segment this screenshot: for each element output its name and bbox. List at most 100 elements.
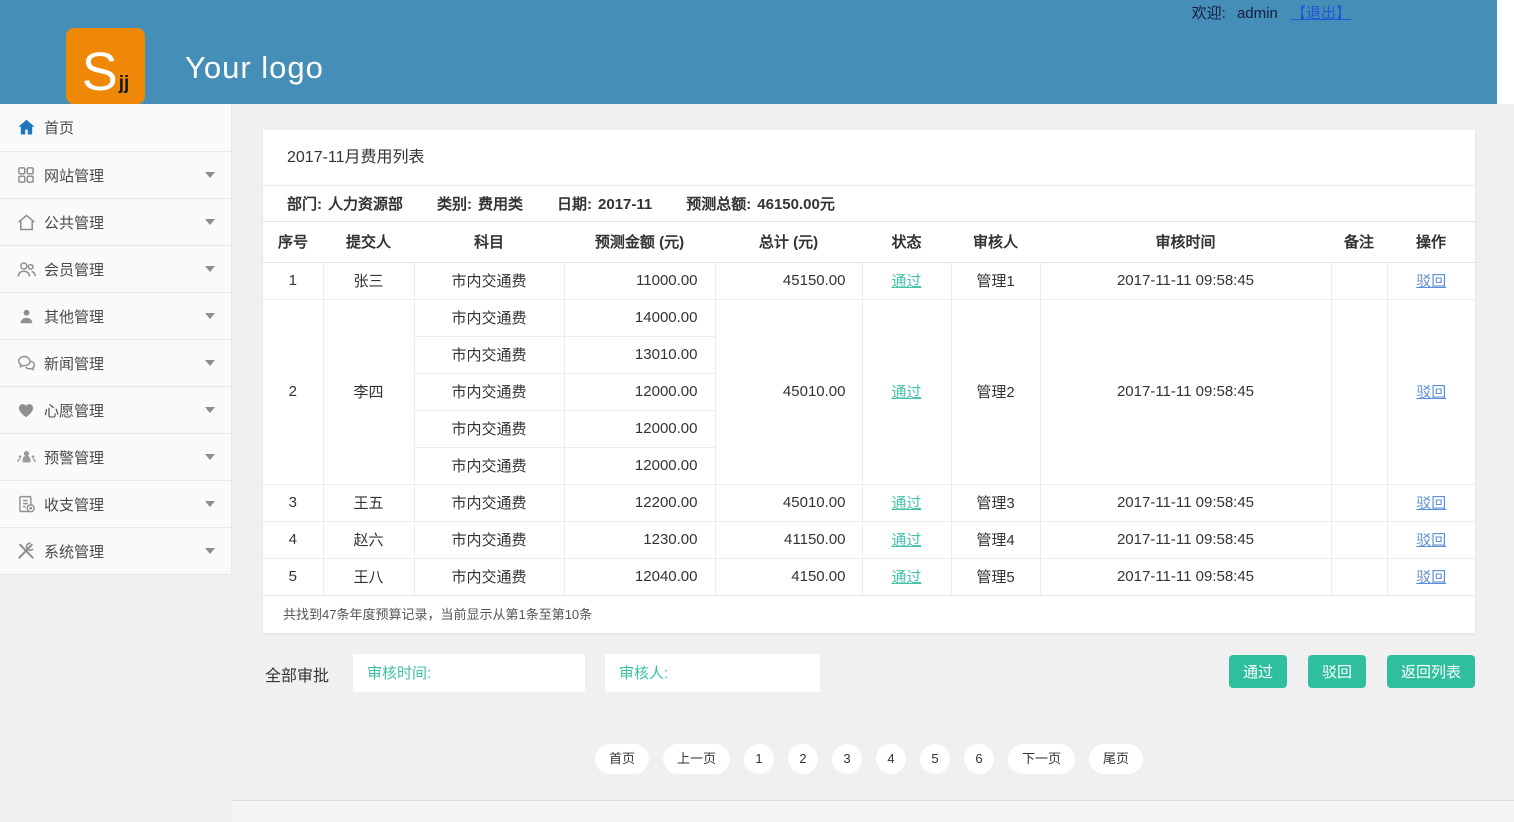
sidebar-item-site-management[interactable]: 网站管理 — [0, 152, 231, 199]
sidebar-item-wish-management[interactable]: 心愿管理 — [0, 387, 231, 434]
logo-letter: S — [82, 47, 118, 98]
pagination-prev[interactable]: 上一页 — [663, 744, 730, 774]
approve-button[interactable]: 通过 — [1229, 655, 1287, 688]
sidebar-item-label: 首页 — [44, 117, 74, 138]
action-cell: 驳回 — [1387, 484, 1475, 521]
table-row: 5王八市内交通费12040.004150.00通过管理52017-11-11 0… — [263, 558, 1475, 595]
table-row: 2李四市内交通费14000.0045010.00通过管理22017-11-11 … — [263, 299, 1475, 336]
column-header: 操作 — [1387, 222, 1475, 262]
row-number-cell: 4 — [263, 521, 323, 558]
meta-label: 部门: — [287, 196, 322, 213]
sidebar-item-label: 收支管理 — [44, 494, 104, 515]
chevron-down-icon — [205, 313, 215, 319]
table-header-row: 序号提交人科目预测金额 (元)总计 (元)状态审核人审核时间备注操作 — [263, 222, 1475, 262]
submitter-cell: 赵六 — [323, 521, 414, 558]
chevron-down-icon — [205, 219, 215, 225]
auditor-cell: 管理2 — [951, 299, 1040, 484]
meta-item: 预测总额:46150.00元 — [686, 193, 835, 214]
home-outline-icon — [15, 211, 37, 233]
forecast-amount-cell: 12040.00 — [564, 558, 715, 595]
reject-button[interactable]: 驳回 — [1308, 655, 1366, 688]
forecast-amount-cell: 12000.00 — [564, 447, 715, 484]
subject-cell: 市内交通费 — [414, 410, 564, 447]
pagination-first[interactable]: 首页 — [595, 744, 649, 774]
receipt-icon — [15, 493, 37, 515]
chevron-down-icon — [205, 172, 215, 178]
pagination-last[interactable]: 尾页 — [1089, 744, 1143, 774]
sidebar-item-news-management[interactable]: 新闻管理 — [0, 340, 231, 387]
pagination-page-6[interactable]: 6 — [964, 744, 994, 774]
status-pass-link[interactable]: 通过 — [891, 495, 921, 512]
column-header: 审核时间 — [1040, 222, 1331, 262]
column-header: 序号 — [263, 222, 323, 262]
alarm-icon — [15, 446, 37, 468]
column-header: 提交人 — [323, 222, 414, 262]
pagination-page-4[interactable]: 4 — [876, 744, 906, 774]
subject-cell: 市内交通费 — [414, 484, 564, 521]
status-pass-link[interactable]: 通过 — [891, 569, 921, 586]
auditor-input[interactable] — [605, 654, 820, 692]
forecast-amount-cell: 13010.00 — [564, 336, 715, 373]
reject-link[interactable]: 驳回 — [1416, 532, 1446, 549]
column-header: 科目 — [414, 222, 564, 262]
sidebar-item-system-management[interactable]: 系统管理 — [0, 528, 231, 575]
sidebar-item-label: 预警管理 — [44, 447, 104, 468]
pagination-page-5[interactable]: 5 — [920, 744, 950, 774]
audit-time-cell: 2017-11-11 09:58:45 — [1040, 484, 1331, 521]
total-cell: 41150.00 — [715, 521, 862, 558]
total-cell: 45150.00 — [715, 262, 862, 299]
row-number-cell: 3 — [263, 484, 323, 521]
sidebar-item-home[interactable]: 首页 — [0, 104, 231, 152]
status-cell: 通过 — [862, 558, 951, 595]
status-pass-link[interactable]: 通过 — [891, 273, 921, 290]
submitter-cell: 李四 — [323, 299, 414, 484]
forecast-amount-cell: 12000.00 — [564, 373, 715, 410]
chevron-down-icon — [205, 407, 215, 413]
chat-icon — [15, 352, 37, 374]
sidebar-item-public-management[interactable]: 公共管理 — [0, 199, 231, 246]
chevron-down-icon — [205, 548, 215, 554]
sidebar-item-finance-management[interactable]: 收支管理 — [0, 481, 231, 528]
reject-link[interactable]: 驳回 — [1416, 569, 1446, 586]
sidebar-item-warning-management[interactable]: 预警管理 — [0, 434, 231, 481]
auditor-cell: 管理1 — [951, 262, 1040, 299]
chevron-down-icon — [205, 501, 215, 507]
sidebar-item-other-management[interactable]: 其他管理 — [0, 293, 231, 340]
audit-time-cell: 2017-11-11 09:58:45 — [1040, 299, 1331, 484]
pagination-page-1[interactable]: 1 — [744, 744, 774, 774]
reject-link[interactable]: 驳回 — [1416, 384, 1446, 401]
sidebar-item-label: 会员管理 — [44, 259, 104, 280]
meta-item: 类别:费用类 — [437, 193, 523, 214]
forecast-amount-cell: 12000.00 — [564, 410, 715, 447]
pagination-page-3[interactable]: 3 — [832, 744, 862, 774]
total-cell: 4150.00 — [715, 558, 862, 595]
audit-time-input[interactable] — [353, 654, 585, 692]
logo-badge: S jj — [66, 28, 145, 104]
grid-icon — [15, 164, 37, 186]
action-cell: 驳回 — [1387, 299, 1475, 484]
submitter-cell: 张三 — [323, 262, 414, 299]
pagination-next[interactable]: 下一页 — [1008, 744, 1075, 774]
meta-value: 2017-11 — [598, 196, 652, 213]
column-header: 备注 — [1331, 222, 1387, 262]
sidebar-item-member-management[interactable]: 会员管理 — [0, 246, 231, 293]
chevron-down-icon — [205, 266, 215, 272]
user-icon — [15, 305, 37, 327]
remark-cell — [1331, 521, 1387, 558]
logout-link[interactable]: 【退出】 — [1291, 5, 1351, 22]
row-number-cell: 1 — [263, 262, 323, 299]
batch-buttons: 通过 驳回 返回列表 — [1229, 655, 1475, 688]
sidebar-item-label: 心愿管理 — [44, 400, 104, 421]
pagination-page-2[interactable]: 2 — [788, 744, 818, 774]
forecast-amount-cell: 14000.00 — [564, 299, 715, 336]
tools-icon — [15, 540, 37, 562]
audit-time-cell: 2017-11-11 09:58:45 — [1040, 262, 1331, 299]
back-to-list-button[interactable]: 返回列表 — [1387, 655, 1475, 688]
app-header: S jj Your logo 欢迎: admin 【退出】 — [0, 0, 1497, 104]
reject-link[interactable]: 驳回 — [1416, 273, 1446, 290]
reject-link[interactable]: 驳回 — [1416, 495, 1446, 512]
sidebar-item-label: 新闻管理 — [44, 353, 104, 374]
status-pass-link[interactable]: 通过 — [891, 384, 921, 401]
record-count-note: 共找到47条年度预算记录，当前显示从第1条至第10条 — [263, 595, 1475, 633]
status-pass-link[interactable]: 通过 — [891, 532, 921, 549]
